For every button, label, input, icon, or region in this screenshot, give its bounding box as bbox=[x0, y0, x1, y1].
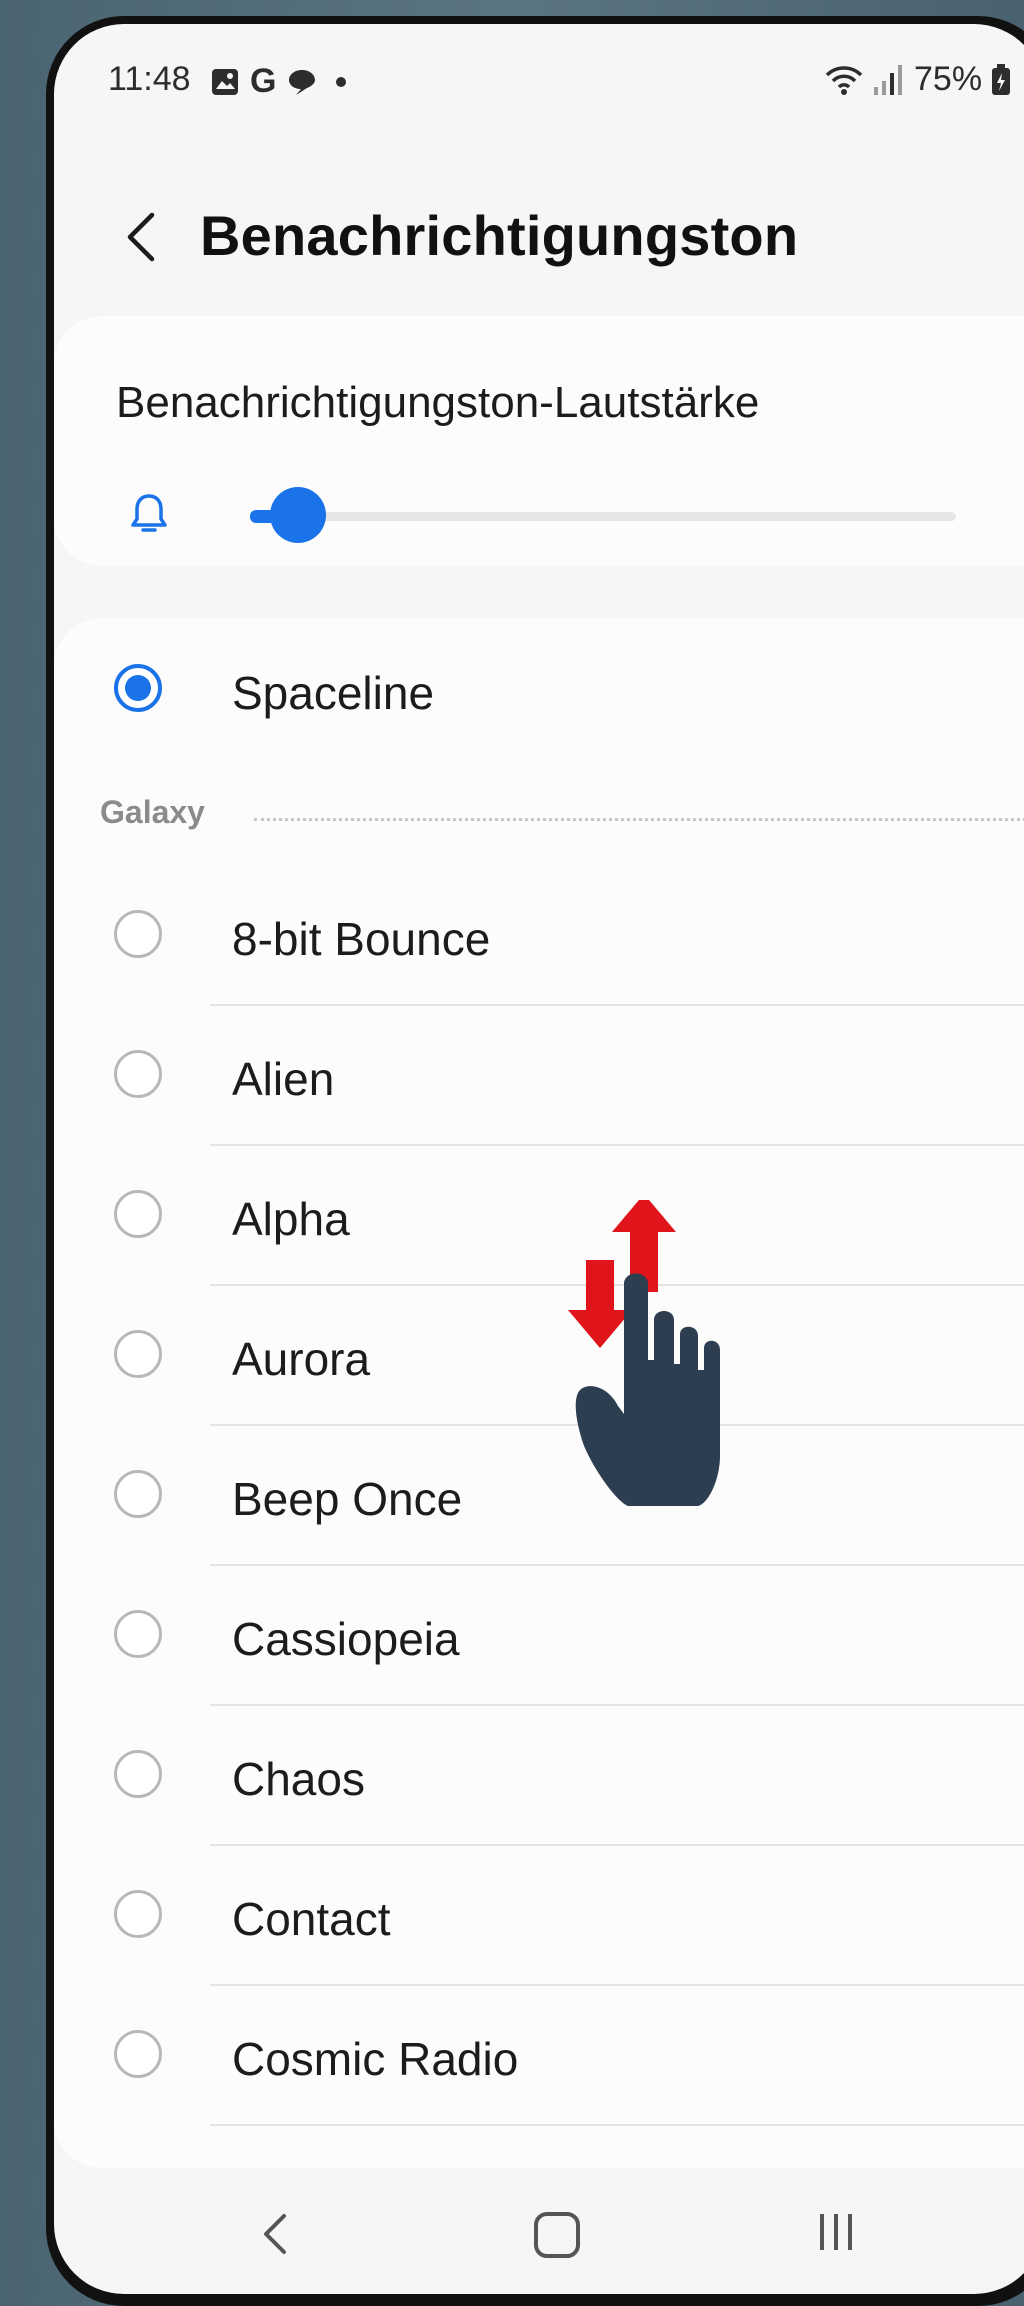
swipe-gesture-icon bbox=[568, 1200, 720, 1506]
page-title: Benachrichtigungston bbox=[200, 204, 799, 267]
ringtone-label: Alpha bbox=[232, 1193, 350, 1245]
ringtone-label: Spaceline bbox=[232, 667, 435, 719]
app-header: Benachrichtigungston bbox=[54, 199, 1024, 279]
ringtone-item[interactable]: Cosmic Radio bbox=[54, 1986, 1024, 2126]
more-notifications-icon bbox=[336, 76, 347, 87]
ringtone-item[interactable]: Beep Once bbox=[54, 1426, 1024, 1566]
ringtone-item[interactable]: Chaos bbox=[54, 1706, 1024, 1846]
screen: 11:48 G 75% Benachrichtigungston Benachr… bbox=[54, 24, 1024, 2294]
radio-button[interactable] bbox=[114, 1330, 162, 1378]
radio-button[interactable] bbox=[114, 1050, 162, 1098]
message-icon bbox=[289, 69, 316, 95]
status-time: 11:48 bbox=[108, 60, 191, 98]
ringtone-item[interactable]: Alpha bbox=[54, 1146, 1024, 1286]
ringtone-item-selected[interactable]: Spaceline bbox=[54, 618, 1024, 758]
ringtone-item[interactable]: Contact bbox=[54, 1846, 1024, 1986]
gallery-icon bbox=[212, 68, 238, 95]
ringtone-item[interactable]: Cassiopeia bbox=[54, 1566, 1024, 1706]
radio-button[interactable] bbox=[114, 1610, 162, 1658]
radio-button-selected[interactable] bbox=[114, 664, 162, 712]
status-right: 75% bbox=[824, 60, 1012, 99]
ringtone-label: Cosmic Radio bbox=[232, 2033, 519, 2085]
wifi-icon bbox=[825, 65, 863, 95]
nav-recents-icon[interactable] bbox=[814, 2208, 858, 2256]
volume-label: Benachrichtigungston-Lautstärke bbox=[116, 378, 760, 427]
ringtone-label: Contact bbox=[232, 1893, 391, 1945]
radio-button[interactable] bbox=[114, 1470, 162, 1518]
ringtone-label: Beep Once bbox=[232, 1473, 463, 1525]
radio-button[interactable] bbox=[114, 1190, 162, 1238]
ringtone-label: Cassiopeia bbox=[232, 1613, 460, 1665]
nav-home-icon[interactable] bbox=[534, 2212, 580, 2258]
ringtone-label: Chaos bbox=[232, 1753, 365, 1805]
radio-button[interactable] bbox=[114, 910, 162, 958]
ringtone-label: 8-bit Bounce bbox=[232, 913, 491, 965]
section-divider bbox=[254, 818, 1024, 821]
google-icon: G bbox=[250, 62, 277, 100]
radio-button[interactable] bbox=[114, 1890, 162, 1938]
ringtone-list: Spaceline Galaxy 8-bit Bounce Alien Alpha A… bbox=[54, 618, 1024, 2168]
signal-icon bbox=[874, 64, 902, 95]
back-arrow-icon[interactable] bbox=[118, 207, 162, 267]
radio-button[interactable] bbox=[114, 2030, 162, 2078]
row-divider bbox=[210, 2124, 1024, 2126]
volume-slider-track[interactable] bbox=[250, 512, 956, 521]
nav-back-icon[interactable] bbox=[254, 2204, 294, 2264]
ringtone-item[interactable]: Aurora bbox=[54, 1286, 1024, 1426]
bell-icon[interactable] bbox=[128, 491, 170, 537]
ringtone-item[interactable]: Alien bbox=[54, 1006, 1024, 1146]
battery-percent: 75% bbox=[914, 60, 983, 98]
battery-icon bbox=[992, 63, 1011, 95]
notification-icons: G bbox=[210, 62, 347, 101]
navigation-bar bbox=[54, 2174, 1024, 2294]
ringtone-item[interactable]: 8-bit Bounce bbox=[54, 866, 1024, 1006]
status-bar: 11:48 G 75% bbox=[54, 60, 1024, 110]
volume-slider-thumb[interactable] bbox=[270, 487, 326, 543]
section-header-galaxy: Galaxy bbox=[100, 794, 205, 830]
ringtone-label: Alien bbox=[232, 1053, 335, 1105]
radio-button[interactable] bbox=[114, 1750, 162, 1798]
volume-card: Benachrichtigungston-Lautstärke bbox=[54, 316, 1024, 566]
ringtone-label: Aurora bbox=[232, 1333, 371, 1385]
